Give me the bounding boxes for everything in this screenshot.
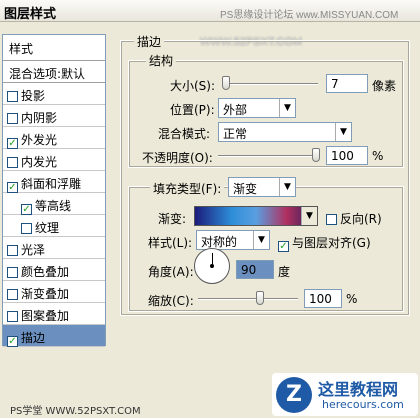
style-item-label: 纹理 [35,221,60,235]
checkmark-icon[interactable]: ✓ [7,138,18,149]
scale-unit: % [346,292,358,306]
size-label: 大小(S): [170,79,216,93]
style-item-label: 内阴影 [21,111,58,125]
checkbox-icon[interactable] [7,267,18,278]
align-with-layer-checkbox[interactable]: ✓ 与图层对齐(G) [278,234,371,252]
checkbox-icon[interactable] [7,245,18,256]
style-item[interactable]: 颜色叠加 [3,259,105,281]
style-value: 对称的 [201,235,238,249]
checkbox-icon [326,214,337,225]
style-item[interactable]: 投影 [3,83,105,105]
scale-label: 缩放(C): [148,294,194,308]
style-item[interactable]: 光泽 [3,237,105,259]
fill-type-select[interactable]: 渐变 ▼ [228,177,296,197]
gradient-label: 渐变: [158,212,187,226]
logo-icon: Z [276,377,312,413]
size-input[interactable]: 7 [326,74,368,93]
checkbox-icon[interactable] [7,91,18,102]
checkmark-icon[interactable]: ✓ [7,182,18,193]
watermark-top: PS思缘设计论坛 www.MISSYUAN.COM [220,10,399,21]
align-label: 与图层对齐(G) [292,236,371,250]
chevron-down-icon: ▼ [301,207,317,225]
angle-unit: 度 [278,265,291,279]
structure-title: 结构 [146,52,177,69]
chevron-down-icon: ▼ [253,231,269,249]
style-item-label: 图案叠加 [21,309,70,323]
style-item-label: 等高线 [35,199,72,213]
logo-url: herecours.com [322,398,404,411]
window-title: 图层样式 [4,7,57,22]
style-item[interactable]: ✓ 等高线 [3,193,105,215]
style-item[interactable]: ✓ 外发光 [3,127,105,149]
position-label: 位置(P): [170,103,215,117]
fill-type-label: 填充类型(F): [150,180,225,197]
blend-options-item[interactable]: 混合选项:默认 [3,61,105,83]
style-item-label: 外发光 [21,133,58,147]
style-item-label: 光泽 [21,243,46,257]
opacity-slider-track[interactable] [218,155,318,157]
blend-mode-select[interactable]: 正常 ▼ [218,122,352,142]
gradient-swatch[interactable]: ▼ [194,206,318,226]
checkmark-icon[interactable]: ✓ [21,204,32,215]
blend-mode-label: 混合模式: [158,127,211,141]
angle-dial[interactable] [194,248,230,284]
styles-header[interactable]: 样式 [3,35,105,61]
chevron-down-icon: ▼ [279,178,295,196]
scale-slider-thumb[interactable] [256,291,264,305]
style-list: 样式 混合选项:默认 投影 内阴影 ✓ 外发光 内发光 ✓ 斜面和浮雕 ✓ 等高线 纹理 光泽 颜色叠… [2,34,106,347]
checkmark-icon[interactable]: ✓ [7,336,18,347]
opacity-slider-thumb[interactable] [312,148,320,162]
style-item[interactable]: 内阴影 [3,105,105,127]
checkmark-icon: ✓ [278,241,289,252]
opacity-input[interactable]: 100 [326,146,368,165]
style-item[interactable]: 图案叠加 [3,303,105,325]
scale-input[interactable]: 100 [304,289,342,308]
style-item-label: 内发光 [21,155,58,169]
fill-type-value: 渐变 [233,182,258,196]
chevron-down-icon: ▼ [279,99,295,117]
reverse-checkbox[interactable]: 反向(R) [326,210,382,227]
style-item[interactable]: 内发光 [3,149,105,171]
style-item-label: 渐变叠加 [21,287,70,301]
style-item-label: 投影 [21,89,46,103]
stroke-section-title: 描边 [134,33,165,50]
checkbox-icon[interactable] [21,223,32,234]
chevron-down-icon: ▼ [335,123,351,141]
logo-title: 这里教程网 [318,380,399,399]
checkbox-icon[interactable] [7,113,18,124]
angle-input[interactable]: 90 [236,260,274,279]
size-slider-thumb[interactable] [222,76,230,90]
style-item[interactable]: 渐变叠加 [3,281,105,303]
style-item[interactable]: ✓ 斜面和浮雕 [3,171,105,193]
position-value: 外部 [223,103,248,117]
style-label: 样式(L): [148,236,193,250]
size-unit: 像素 [372,79,397,93]
reverse-label: 反向(R) [340,212,382,226]
style-item[interactable]: ✓ 描边 [3,325,105,347]
checkbox-icon[interactable] [7,311,18,322]
opacity-unit: % [372,149,384,163]
style-item-label: 颜色叠加 [21,265,70,279]
size-slider-track[interactable] [222,83,318,85]
style-item-label: 斜面和浮雕 [21,177,82,191]
logo-box: Z 这里教程网 herecours.com [272,373,418,416]
scale-slider-track[interactable] [198,298,298,300]
style-item[interactable]: 纹理 [3,215,105,237]
style-select[interactable]: 对称的 ▼ [196,230,270,250]
checkbox-icon[interactable] [7,157,18,168]
watermark-bottom: PS学堂 WWW.52PSXT.COM [10,406,141,417]
angle-label: 角度(A): [148,265,194,279]
position-select[interactable]: 外部 ▼ [218,98,296,118]
blend-mode-value: 正常 [223,127,248,141]
style-item-label: 描边 [21,331,46,345]
checkbox-icon[interactable] [7,289,18,300]
opacity-label: 不透明度(O): [142,151,213,165]
